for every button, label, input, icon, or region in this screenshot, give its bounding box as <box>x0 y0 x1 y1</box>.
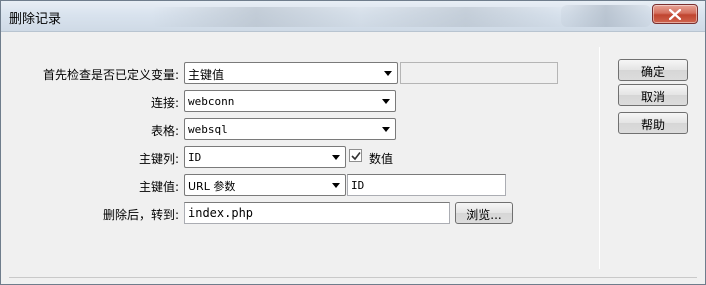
table-select-value: websql <box>188 123 228 136</box>
primary-key-value-label-wrap: 主键值: <box>9 174 179 196</box>
first-check-select-value: 主键值 <box>188 68 225 82</box>
help-button-label: 帮助 <box>640 118 665 132</box>
first-check-select[interactable]: 主键值 <box>184 62 398 84</box>
help-button[interactable]: 帮助 <box>618 112 688 134</box>
after-delete-url-field[interactable]: index.php <box>184 202 450 224</box>
after-delete-label-wrap: 删除后，转到: <box>9 202 179 224</box>
browse-button[interactable]: 浏览... <box>455 202 513 224</box>
close-icon <box>669 9 681 20</box>
close-button[interactable] <box>652 4 698 24</box>
chevron-down-icon <box>384 71 392 76</box>
title-bar-blur <box>151 7 571 27</box>
table-label: 表格: <box>150 124 179 138</box>
ok-button-label: 确定 <box>640 65 665 79</box>
checkmark-icon <box>351 152 361 161</box>
chevron-down-icon <box>382 127 390 132</box>
title-bar-blur <box>561 5 651 27</box>
numeric-checkbox-label: 数值 <box>369 152 394 166</box>
title-bar: 删除记录 <box>1 1 705 32</box>
dialog-content: 首先检查是否已定义变量: 主键值 连接: webconn 表格: websql … <box>9 33 697 278</box>
vertical-divider <box>599 47 600 269</box>
chevron-down-icon <box>332 183 340 188</box>
primary-key-value-text-field[interactable]: ID <box>347 174 506 196</box>
primary-key-value-select-value: URL 参数 <box>188 180 236 193</box>
primary-key-column-select-value: ID <box>188 151 202 164</box>
table-row: 表格: websql <box>9 118 409 140</box>
browse-button-label: 浏览... <box>466 208 502 222</box>
primary-key-column-label: 主键列: <box>138 152 179 166</box>
after-delete-label: 删除后，转到: <box>102 208 179 222</box>
primary-key-column-row: 主键列: ID 数值 <box>9 146 429 168</box>
cancel-button[interactable]: 取消 <box>618 84 688 106</box>
first-check-label-wrap: 首先检查是否已定义变量: <box>9 62 179 84</box>
numeric-checkbox[interactable] <box>349 149 362 162</box>
delete-record-dialog: 删除记录 首先检查是否已定义变量: 主键值 连接: webconn 表格: we… <box>0 0 706 285</box>
connection-label-wrap: 连接: <box>9 90 179 112</box>
connection-label: 连接: <box>150 96 179 110</box>
after-delete-row: 删除后，转到: index.php 浏览... <box>9 202 529 224</box>
chevron-down-icon <box>382 99 390 104</box>
primary-key-value-select[interactable]: URL 参数 <box>184 174 346 196</box>
table-label-wrap: 表格: <box>9 118 179 140</box>
first-check-text-field[interactable] <box>400 62 558 84</box>
cancel-button-label: 取消 <box>640 90 665 104</box>
primary-key-value-text-value: ID <box>351 179 365 192</box>
bottom-border <box>9 277 697 278</box>
window-title: 删除记录 <box>9 12 62 27</box>
primary-key-column-select[interactable]: ID <box>184 146 346 168</box>
connection-select-value: webconn <box>188 95 235 108</box>
ok-button[interactable]: 确定 <box>618 59 688 81</box>
table-select[interactable]: websql <box>184 118 396 140</box>
primary-key-column-label-wrap: 主键列: <box>9 146 179 168</box>
connection-row: 连接: webconn <box>9 90 409 112</box>
primary-key-value-label: 主键值: <box>138 180 179 194</box>
connection-select[interactable]: webconn <box>184 90 396 112</box>
chevron-down-icon <box>332 155 340 160</box>
after-delete-url-value: index.php <box>188 206 254 220</box>
first-check-label: 首先检查是否已定义变量: <box>42 68 179 82</box>
primary-key-value-row: 主键值: URL 参数 ID <box>9 174 509 196</box>
first-check-row: 首先检查是否已定义变量: 主键值 <box>9 62 569 84</box>
